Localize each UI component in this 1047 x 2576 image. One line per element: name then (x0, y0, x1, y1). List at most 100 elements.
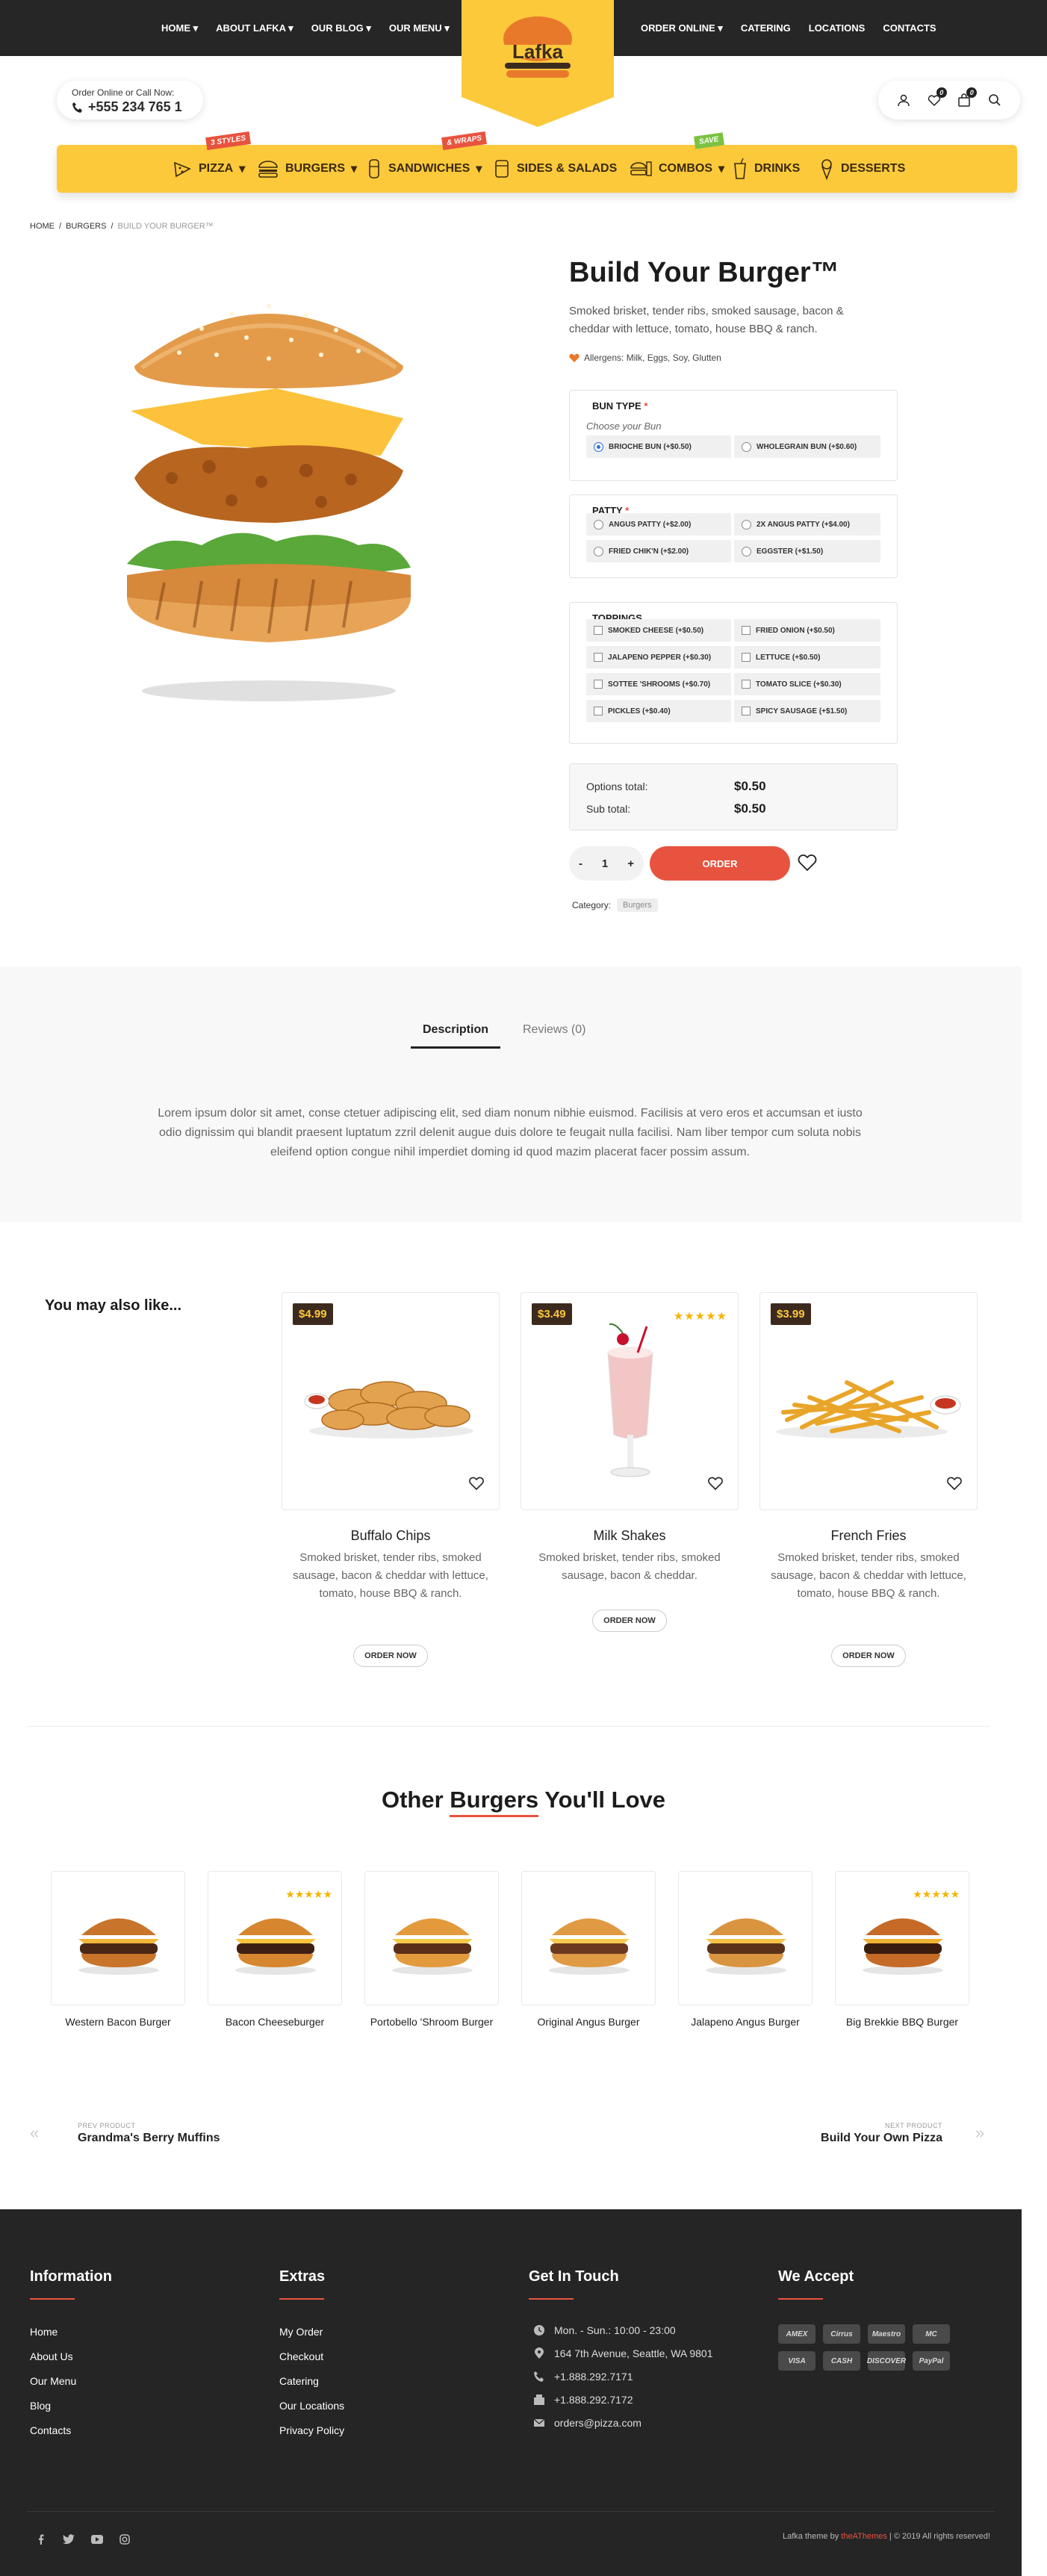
burger-name[interactable]: Western Bacon Burger (51, 2016, 185, 2029)
order-now-button[interactable]: ORDER NOW (353, 1645, 428, 1667)
order-now-button[interactable]: ORDER NOW (831, 1645, 906, 1667)
option-fried-onion[interactable]: FRIED ONION (+$0.50) (734, 619, 880, 642)
cart-icon[interactable]: 0 (957, 87, 978, 107)
wishlist-icon[interactable] (708, 1476, 723, 1495)
related-card-buffalo-chips[interactable]: $4.99 (282, 1292, 500, 1510)
footer-link-contacts[interactable]: Contacts (30, 2424, 76, 2436)
category-desserts[interactable]: DESSERTS (818, 145, 905, 193)
footer-link-my-order[interactable]: My Order (279, 2326, 344, 2338)
burger-name[interactable]: Original Angus Burger (521, 2016, 656, 2029)
footer-link-home[interactable]: Home (30, 2326, 76, 2338)
prev-arrow-icon[interactable]: « (30, 2123, 39, 2143)
radio[interactable] (594, 519, 603, 530)
burger-name[interactable]: Jalapeno Angus Burger (678, 2016, 813, 2029)
phone1-row[interactable]: +1.888.292.7171 (533, 2371, 713, 2383)
burger-card[interactable] (364, 1871, 499, 2005)
option-fried-chikn[interactable]: FRIED CHIK'N (+$2.00) (586, 540, 731, 562)
option-brioche-bun[interactable]: BRIOCHE BUN (+$0.50) (586, 435, 731, 458)
footer-link-locations[interactable]: Our Locations (279, 2400, 344, 2412)
nav-catering[interactable]: CATERING (741, 22, 791, 34)
category-combos[interactable]: COMBOS ▾ SAVE (629, 132, 724, 193)
youtube-icon[interactable] (91, 2534, 103, 2548)
qty-minus-button[interactable]: - (579, 857, 582, 870)
nav-about[interactable]: ABOUT LAFKA ▾ (216, 22, 293, 34)
checkbox[interactable] (594, 626, 603, 635)
product-name[interactable]: French Fries (759, 1528, 978, 1544)
option-tomato-slice[interactable]: TOMATO SLICE (+$0.30) (734, 673, 880, 695)
product-name[interactable]: Buffalo Chips (282, 1528, 500, 1544)
nav-locations[interactable]: LOCATIONS (809, 22, 866, 34)
product-name[interactable]: Milk Shakes (521, 1528, 739, 1544)
wishlist-icon[interactable] (947, 1476, 962, 1495)
facebook-icon[interactable] (36, 2534, 46, 2548)
option-spicy-sausage[interactable]: SPICY SAUSAGE (+$1.50) (734, 700, 880, 722)
checkbox[interactable] (742, 680, 751, 689)
checkbox[interactable] (742, 653, 751, 662)
checkbox[interactable] (594, 707, 603, 716)
prev-product[interactable]: PREV PRODUCT Grandma's Berry Muffins (78, 2122, 220, 2145)
footer-link-checkout[interactable]: Checkout (279, 2350, 344, 2362)
radio-checked[interactable] (594, 441, 603, 452)
footer-link-blog[interactable]: Blog (30, 2400, 76, 2412)
checkbox[interactable] (594, 653, 603, 662)
nav-order-online[interactable]: ORDER ONLINE ▾ (641, 22, 723, 34)
qty-plus-button[interactable]: + (627, 857, 634, 870)
twitter-icon[interactable] (63, 2534, 75, 2548)
burger-name[interactable]: Big Brekkie BBQ Burger (835, 2016, 969, 2029)
category-drinks[interactable]: DRINKS (732, 145, 800, 193)
email-row[interactable]: orders@pizza.com (533, 2417, 713, 2429)
order-button[interactable]: ORDER (650, 846, 790, 881)
instagram-icon[interactable] (119, 2534, 130, 2548)
burger-name[interactable]: Bacon Cheeseburger (208, 2016, 342, 2029)
breadcrumb-burgers[interactable]: BURGERS (66, 222, 106, 231)
wishlist-icon[interactable] (469, 1476, 484, 1495)
nav-contacts[interactable]: CONTACTS (883, 22, 936, 34)
radio[interactable] (742, 546, 751, 556)
order-now-button[interactable]: ORDER NOW (592, 1610, 667, 1632)
option-eggster[interactable]: EGGSTER (+$1.50) (734, 540, 880, 562)
nav-home[interactable]: HOME ▾ (161, 22, 198, 34)
footer-link-menu[interactable]: Our Menu (30, 2375, 76, 2387)
option-jalapeno-pepper[interactable]: JALAPENO PEPPER (+$0.30) (586, 646, 731, 668)
nav-menu[interactable]: OUR MENU ▾ (389, 22, 450, 34)
option-lettuce[interactable]: LETTUCE (+$0.50) (734, 646, 880, 668)
footer-link-catering[interactable]: Catering (279, 2375, 344, 2387)
burger-card[interactable] (521, 1871, 656, 2005)
theme-author-link[interactable]: theAThemes (841, 2532, 887, 2541)
related-card-french-fries[interactable]: $3.99 (759, 1292, 978, 1510)
burger-card[interactable] (51, 1871, 185, 2005)
category-sandwiches[interactable]: SANDWICHES ▾ & WRAPS (366, 131, 488, 193)
checkbox[interactable] (742, 626, 751, 635)
breadcrumb-home[interactable]: HOME (30, 222, 55, 231)
site-logo[interactable]: Lafka (462, 0, 614, 127)
add-to-wishlist-icon[interactable] (798, 853, 817, 876)
radio[interactable] (742, 519, 751, 530)
phone-link[interactable]: +555 234 765 1 (72, 99, 203, 115)
footer-link-privacy[interactable]: Privacy Policy (279, 2424, 344, 2436)
checkbox[interactable] (594, 680, 603, 689)
phone2-row[interactable]: +1.888.292.7172 (533, 2394, 713, 2406)
related-card-milk-shakes[interactable]: $3.49 ★★★★★ (521, 1292, 739, 1510)
category-tag[interactable]: Burgers (617, 899, 658, 912)
radio[interactable] (594, 546, 603, 556)
burger-card[interactable]: ★★★★★ (208, 1871, 342, 2005)
option-smoked-cheese[interactable]: SMOKED CHEESE (+$0.50) (586, 619, 731, 642)
option-angus-patty[interactable]: ANGUS PATTY (+$2.00) (586, 513, 731, 536)
option-wholegrain-bun[interactable]: WHOLEGRAIN BUN (+$0.60) (734, 435, 880, 458)
checkbox[interactable] (742, 707, 751, 716)
option-pickles[interactable]: PICKLES (+$0.40) (586, 700, 731, 722)
option-sottee-shrooms[interactable]: SOTTEE 'SHROOMS (+$0.70) (586, 673, 731, 695)
burger-card[interactable] (678, 1871, 813, 2005)
nav-blog[interactable]: OUR BLOG ▾ (311, 22, 371, 34)
tab-reviews[interactable]: Reviews (0) (523, 1023, 585, 1049)
wishlist-icon[interactable]: 0 (928, 87, 947, 107)
burger-name[interactable]: Portobello 'Shroom Burger (364, 2016, 499, 2029)
next-arrow-icon[interactable]: » (975, 2123, 984, 2143)
footer-link-about[interactable]: About Us (30, 2350, 76, 2362)
account-icon[interactable] (897, 93, 910, 107)
qty-value[interactable]: 1 (602, 857, 608, 870)
next-product[interactable]: NEXT PRODUCT Build Your Own Pizza (821, 2122, 942, 2145)
category-pizza[interactable]: PIZZA ▾ 3 STYLES (172, 131, 252, 193)
burger-card[interactable]: ★★★★★ (835, 1871, 969, 2005)
category-burgers[interactable]: BURGERS ▾ (257, 145, 357, 193)
